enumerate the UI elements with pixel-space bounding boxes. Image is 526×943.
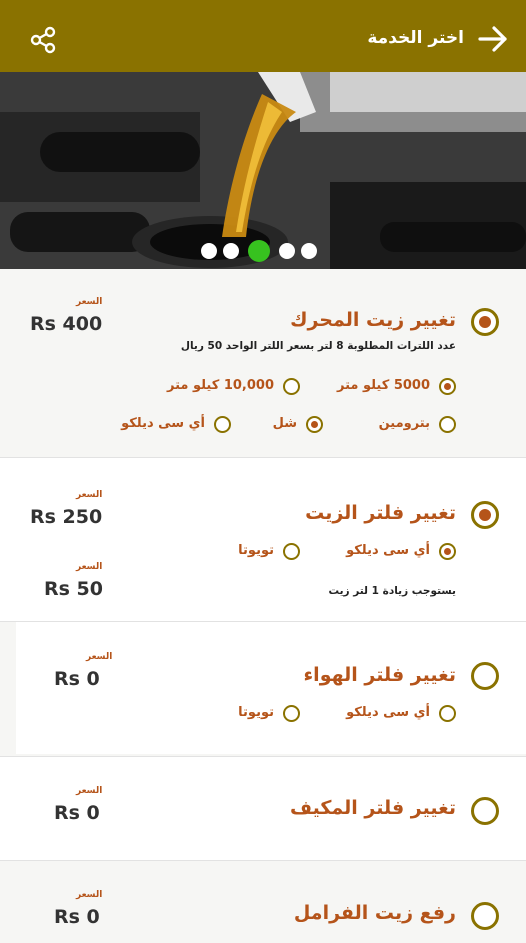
service-title: رفع زيت الفرامل (293, 902, 456, 924)
option-label: بترومين (378, 416, 430, 431)
option-toyota[interactable]: تويوتا (210, 542, 300, 562)
service-select-radio[interactable] (471, 902, 499, 930)
service-title: تغيير فلتر الزيت (305, 502, 456, 524)
option-radio[interactable] (439, 543, 456, 560)
option-radio[interactable] (439, 705, 456, 722)
service-card-oil-filter: تغيير فلتر الزيت السعر Rs 250 أي سى ديلك… (0, 458, 526, 622)
option-petromin[interactable]: بترومين (326, 415, 456, 435)
price-label: السعر (76, 786, 103, 796)
slider-dot[interactable] (223, 243, 239, 259)
option-toyota[interactable]: تويوتا (210, 704, 300, 724)
option-label: تويوتا (238, 543, 274, 558)
price-label: السعر (76, 490, 103, 500)
service-title: تغيير زيت المحرك (290, 309, 456, 331)
option-label: 10,000 كيلو متر (167, 378, 274, 393)
option-radio[interactable] (306, 416, 323, 433)
price-label: السعر (76, 890, 103, 900)
option-acdelco[interactable]: أي سى ديلكو (326, 704, 456, 724)
option-radio[interactable] (283, 543, 300, 560)
service-card-brake-fluid: رفع زيت الفرامل السعر Rs 0 (0, 861, 526, 943)
option-radio[interactable] (283, 378, 300, 395)
service-note: عدد اللترات المطلوبة 8 لتر بسعر اللتر ال… (180, 340, 456, 352)
option-10000-km[interactable]: 10,000 كيلو متر (140, 377, 300, 397)
service-title: تغيير فلتر المكيف (289, 797, 456, 819)
option-label: أي سى ديلكو (346, 705, 430, 720)
option-acdelco[interactable]: أي سى ديلكو (326, 542, 456, 562)
option-radio[interactable] (439, 416, 456, 433)
option-acdelco[interactable]: أي سى ديلكو (101, 415, 231, 435)
option-label: تويوتا (238, 705, 274, 720)
service-card-ac-filter: تغيير فلتر المكيف السعر Rs 0 (0, 757, 526, 861)
service-card-engine-oil: تغيير زيت المحرك السعر Rs 400 عدد اللترا… (0, 269, 526, 458)
service-price: Rs 400 (30, 313, 103, 335)
service-price: Rs 250 (30, 506, 103, 528)
service-select-radio[interactable] (471, 308, 499, 336)
option-5000-km[interactable]: 5000 كيلو متر (306, 377, 456, 397)
slider-dot[interactable] (279, 243, 295, 259)
price-label: السعر (76, 562, 103, 572)
price-label: السعر (76, 297, 103, 307)
service-price: Rs 0 (54, 802, 100, 824)
extra-note: يستوجب زيادة 1 لتر زيت (328, 585, 456, 597)
option-shell[interactable]: شل (243, 415, 323, 435)
service-title: تغيير فلتر الهواء (303, 664, 456, 686)
slider-dots (201, 240, 321, 262)
option-label: شل (272, 416, 297, 431)
service-card-inner: تغيير فلتر الهواء السعر Rs 0 أي سى ديلكو… (16, 622, 526, 754)
service-price: Rs 0 (54, 906, 100, 928)
option-radio[interactable] (214, 416, 231, 433)
option-label: أي سى ديلكو (121, 416, 205, 431)
share-icon[interactable] (30, 26, 58, 54)
slider-dot[interactable] (201, 243, 217, 259)
option-label: أي سى ديلكو (346, 543, 430, 558)
service-select-radio[interactable] (471, 662, 499, 690)
option-label: 5000 كيلو متر (336, 378, 430, 393)
slider-dot[interactable] (301, 243, 317, 259)
service-select-radio[interactable] (471, 501, 499, 529)
option-radio[interactable] (439, 378, 456, 395)
service-card-air-filter: تغيير فلتر الهواء السعر Rs 0 أي سى ديلكو… (0, 622, 526, 757)
price-label: السعر (86, 652, 113, 662)
page-title: اختر الخدمة (367, 28, 464, 48)
service-price: Rs 0 (54, 668, 100, 690)
arrow-right-icon[interactable] (478, 26, 508, 52)
service-select-radio[interactable] (471, 797, 499, 825)
extra-price: Rs 50 (44, 578, 103, 600)
app-header: اختر الخدمة (0, 0, 526, 72)
slider-dot-active[interactable] (248, 240, 270, 262)
option-radio[interactable] (283, 705, 300, 722)
